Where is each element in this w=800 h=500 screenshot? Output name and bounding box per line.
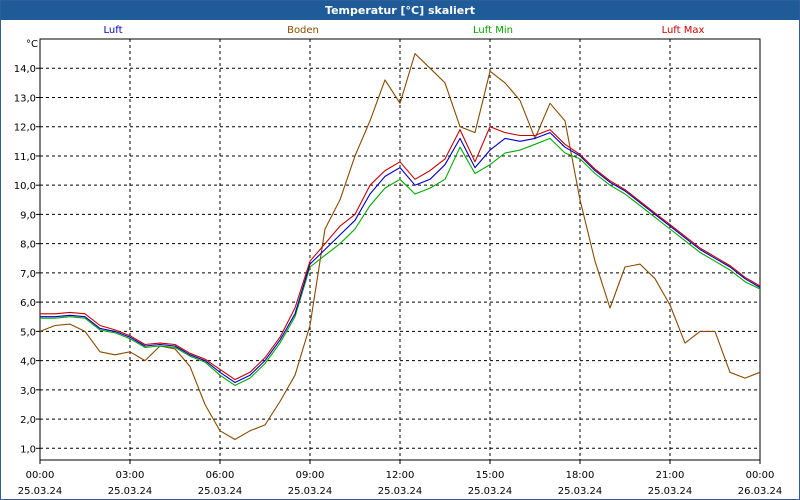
y-tick-label: 5,0 [20,327,36,338]
y-tick-label: 13,0 [14,93,36,104]
x-tick-time: 15:00 [476,470,505,481]
y-tick-label: 12,0 [14,123,36,134]
legend-entry-boden: Boden [287,25,319,36]
x-tick-date: 25.03.24 [558,486,603,497]
x-tick-date: 25.03.24 [108,486,153,497]
x-tick-time: 03:00 [116,470,145,481]
x-tick-time: 09:00 [296,470,325,481]
y-tick-label: 9,0 [20,210,36,221]
y-tick-label: 8,0 [20,240,36,251]
x-tick-date: 26.03.24 [738,486,783,497]
x-tick-time: 21:00 [656,470,685,481]
y-tick-label: 11,0 [14,152,36,163]
y-tick-label: 2,0 [20,415,36,426]
x-tick-date: 25.03.24 [378,486,423,497]
y-tick-label: 4,0 [20,357,36,368]
x-tick-date: 25.03.24 [468,486,513,497]
y-tick-label: 3,0 [20,386,36,397]
x-tick-time: 18:00 [566,470,595,481]
y-tick-label: 14,0 [14,64,36,75]
x-tick-date: 25.03.24 [288,486,333,497]
legend-entry-luft-max: Luft Max [662,25,705,36]
y-tick-label: 6,0 [20,298,36,309]
x-tick-date: 25.03.24 [18,486,63,497]
y-tick-label: 7,0 [20,269,36,280]
temperature-chart: 1,0 2,0 3,0 4,0 5,0 6,0 7,0 8,0 9,0 10,0 11,0 12,0 1… [14,25,783,497]
x-tick-time: 06:00 [206,470,235,481]
y-tick-label: 1,0 [20,444,36,455]
legend-entry-luft: Luft [104,25,123,36]
x-tick-time: 12:00 [386,470,415,481]
legend-entry-luft-min: Luft Min [473,25,513,36]
x-tick-date: 25.03.24 [198,486,243,497]
y-tick-label: 10,0 [14,181,36,192]
x-tick-time: 00:00 [746,470,775,481]
x-tick-date: 25.03.24 [648,486,693,497]
x-tick-time: 00:00 [26,470,55,481]
y-axis-unit: °C [26,39,38,50]
